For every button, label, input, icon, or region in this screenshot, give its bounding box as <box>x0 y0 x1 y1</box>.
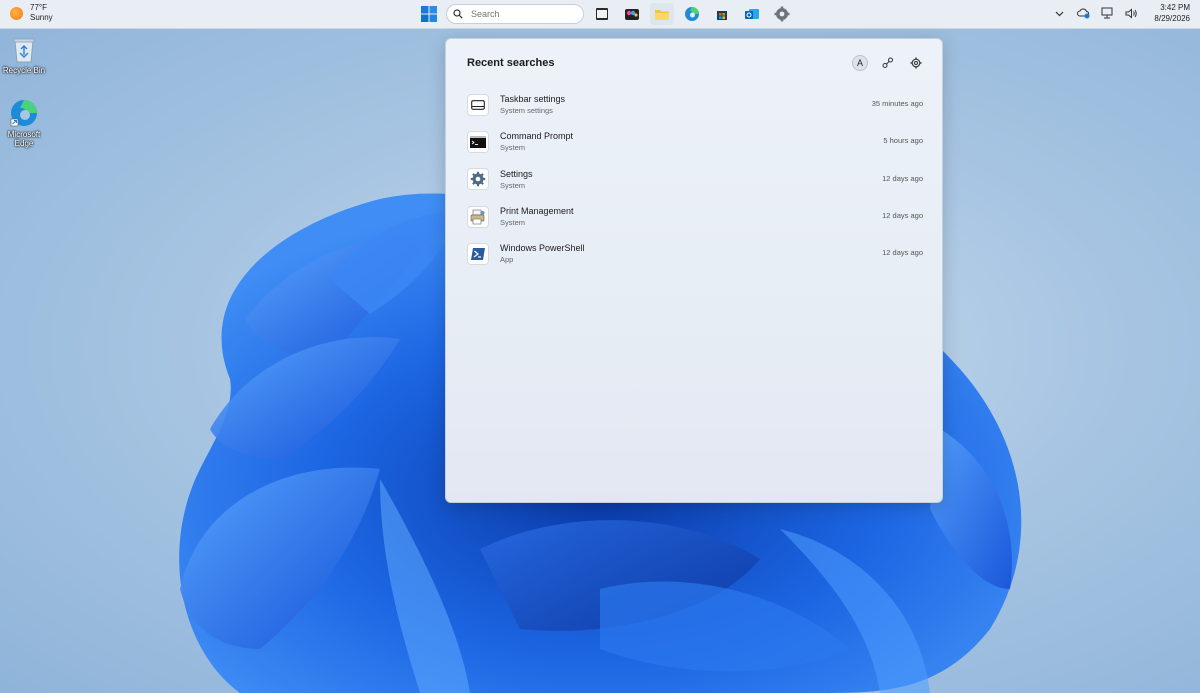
search-icon <box>453 9 463 19</box>
weather-widget[interactable]: 77°F Sunny <box>10 3 53 23</box>
settings-icon <box>774 6 790 22</box>
taskbar-icon <box>467 93 489 116</box>
speaker-icon <box>1125 7 1137 19</box>
taskbar-file-explorer[interactable] <box>650 3 674 25</box>
gear-icon <box>910 57 922 69</box>
weather-condition: Sunny <box>30 13 53 22</box>
recent-searches-list: Taskbar settings System settings 35 minu… <box>467 86 925 272</box>
desktop-icon-microsoft-edge[interactable]: Microsoft Edge <box>0 98 48 148</box>
edge-icon <box>10 100 37 127</box>
result-title: Windows PowerShell <box>500 243 585 254</box>
taskbar-settings[interactable] <box>770 3 794 25</box>
result-time: 5 hours ago <box>883 136 923 146</box>
result-subtitle: System settings <box>500 106 553 116</box>
sun-icon <box>10 6 23 20</box>
panel-actions: A <box>852 55 924 71</box>
recent-search-item[interactable]: Print Management System 12 days ago <box>467 198 925 235</box>
result-time: 12 days ago <box>882 210 923 220</box>
result-subtitle: App <box>500 255 514 265</box>
file-explorer-icon <box>655 10 669 20</box>
gear-icon <box>467 168 489 191</box>
avatar-letter: A <box>856 58 863 68</box>
system-tray: 3:42 PM 8/29/2026 <box>1052 2 1190 24</box>
result-time: 12 days ago <box>882 173 923 183</box>
taskbar-store-beta[interactable] <box>620 3 644 25</box>
recycle-bin-icon <box>13 38 35 63</box>
chevron-up-icon <box>1055 11 1064 16</box>
outlook-icon <box>745 9 759 19</box>
taskbar-center <box>418 3 794 25</box>
desktop-icon-label: Recycle Bin <box>2 66 46 75</box>
search-settings-button[interactable] <box>908 55 924 71</box>
taskbar-outlook[interactable] <box>740 3 764 25</box>
connected-accounts-button[interactable] <box>880 55 896 71</box>
recent-search-item[interactable]: Settings System 12 days ago <box>467 161 925 198</box>
print-management-icon <box>467 205 489 228</box>
panel-title: Recent searches <box>467 57 555 69</box>
network-tray[interactable] <box>1100 6 1114 20</box>
taskbar-search-input[interactable] <box>469 8 573 20</box>
command-prompt-icon <box>467 130 489 153</box>
microsoft-store-icon <box>717 11 727 20</box>
volume-tray[interactable] <box>1124 6 1138 20</box>
result-subtitle: System <box>500 143 526 153</box>
recent-search-item[interactable]: Windows PowerShell App 12 days ago <box>467 235 925 272</box>
cloud-sync-icon <box>1076 8 1090 18</box>
network-icon <box>1101 7 1113 19</box>
show-hidden-icons-button[interactable] <box>1052 6 1066 20</box>
share-icon <box>882 57 893 68</box>
clock-time: 3:42 PM <box>1160 3 1190 12</box>
taskbar-search-box[interactable] <box>446 4 584 24</box>
weather-temperature: 77°F <box>30 3 47 12</box>
edge-icon <box>685 7 699 21</box>
result-time: 35 minutes ago <box>871 99 923 108</box>
taskbar-terminal[interactable] <box>590 3 614 25</box>
start-button[interactable] <box>418 3 440 25</box>
store-beta-icon <box>625 9 639 20</box>
account-avatar-button[interactable]: A <box>852 55 868 71</box>
windows-logo-icon <box>421 6 437 22</box>
result-subtitle: System <box>500 180 526 190</box>
desktop-icon-recycle-bin[interactable]: Recycle Bin <box>0 36 48 75</box>
recent-search-item[interactable]: Taskbar settings System settings 35 minu… <box>467 86 925 123</box>
result-title: Command Prompt <box>500 131 574 142</box>
powershell-icon <box>467 242 489 265</box>
terminal-icon <box>596 8 608 20</box>
taskbar: 77°F Sunny Search 3:42 PM 8/29/2026 <box>0 0 1200 29</box>
recent-search-item[interactable]: Command Prompt System 5 hours ago <box>467 123 925 160</box>
desktop-icon-label: Microsoft Edge <box>7 130 41 148</box>
taskbar-microsoft-store[interactable] <box>710 3 734 25</box>
clock[interactable]: 3:42 PM 8/29/2026 <box>1154 2 1190 24</box>
onedrive-tray[interactable] <box>1076 6 1090 20</box>
result-title: Taskbar settings <box>500 94 566 105</box>
result-title: Settings <box>500 168 533 179</box>
result-title: Print Management <box>500 206 574 217</box>
clock-date: 8/29/2026 <box>1154 14 1190 23</box>
result-subtitle: System <box>500 218 526 228</box>
taskbar-edge[interactable] <box>680 3 704 25</box>
search-panel: Recent searches A Taskbar settings Syste… <box>445 38 943 503</box>
result-time: 12 days ago <box>882 248 923 258</box>
